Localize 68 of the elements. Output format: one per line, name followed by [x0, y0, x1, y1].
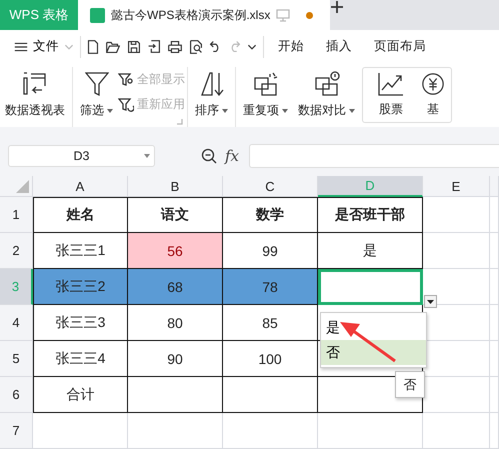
annotation-arrow	[338, 320, 398, 364]
ribbon-button[interactable]: 筛选	[75, 67, 118, 127]
sort-icon[interactable]	[200, 71, 224, 97]
list-dropdown-menu[interactable]	[424, 295, 437, 308]
table-cell[interactable]: 数学	[223, 197, 318, 233]
preview-icon[interactable]	[190, 39, 202, 54]
ribbon-tab[interactable]: 开始	[270, 38, 312, 55]
ribbon-button[interactable]: 基	[415, 68, 451, 122]
dropdown-option[interactable]: 否	[321, 340, 426, 365]
ribbon-button[interactable]: 排序	[190, 67, 233, 127]
row-header[interactable]: 4	[0, 305, 33, 341]
yen-coin-icon[interactable]	[420, 72, 446, 96]
formula-input[interactable]	[249, 144, 499, 168]
dropdown-option[interactable]: 是	[321, 315, 426, 340]
column-header[interactable]: C	[223, 176, 318, 197]
table-cell[interactable]: 张三三3	[33, 305, 128, 341]
table-cell[interactable]: 100	[223, 341, 318, 377]
row-header[interactable]: 5	[0, 341, 33, 377]
ribbon-button[interactable]: 数据透视表	[0, 67, 70, 127]
chevron-down-icon[interactable]	[248, 44, 256, 50]
ribbon-button[interactable]: 重复项	[238, 67, 293, 127]
row-header[interactable]: 7	[0, 413, 33, 449]
menu-icon[interactable]	[14, 42, 28, 51]
column-header[interactable]: B	[128, 176, 223, 197]
undo-icon[interactable]	[210, 40, 222, 52]
table-cell[interactable]: 68	[128, 269, 223, 305]
ribbon-tab[interactable]: 插入	[318, 38, 360, 55]
file-name: 懿古今WPS表格演示案例.xlsx	[111, 6, 270, 24]
duplicate-cells-icon[interactable]	[252, 71, 278, 97]
compare-cells-icon[interactable]	[314, 71, 340, 97]
table-cell[interactable]: 78	[223, 269, 318, 305]
new-file-icon[interactable]	[88, 39, 98, 54]
table-cell[interactable]: 85	[223, 305, 318, 341]
table-cell[interactable]: 是否班干部	[318, 197, 423, 233]
ribbon-tab[interactable]: 页面布局	[366, 38, 434, 55]
caret-icon[interactable]	[427, 300, 434, 304]
table-cell[interactable]: 姓名	[33, 197, 128, 233]
name-box[interactable]: D3	[8, 145, 155, 167]
ribbon-button[interactable]: 股票	[373, 68, 409, 122]
open-folder-icon[interactable]	[106, 40, 120, 53]
column-header[interactable]: E	[423, 176, 490, 197]
table-cell[interactable]: 90	[128, 341, 223, 377]
table-cell[interactable]: 合计	[33, 377, 128, 413]
pivot-table-icon[interactable]	[22, 71, 48, 97]
funnel-icon[interactable]	[84, 71, 108, 97]
table-cell[interactable]: 张三三2	[33, 269, 128, 305]
row-header[interactable]: 6	[0, 377, 33, 413]
printer-icon[interactable]	[168, 40, 182, 53]
file-tab[interactable]: 懿古今WPS表格演示案例.xlsx	[78, 0, 330, 30]
table-cell[interactable]: 80	[128, 305, 223, 341]
ribbon-button[interactable]: 数据对比	[293, 67, 360, 127]
table-cell[interactable]	[128, 377, 223, 413]
export-icon[interactable]	[148, 40, 160, 54]
file-menu[interactable]: 文件	[14, 38, 74, 55]
row-header[interactable]: 1	[0, 197, 33, 233]
plus-icon[interactable]	[330, 0, 344, 14]
stock-chart-icon[interactable]	[378, 72, 404, 96]
save-icon[interactable]	[128, 40, 140, 53]
zoom-icon[interactable]	[201, 148, 217, 164]
function-label[interactable]: fx	[225, 147, 240, 165]
spreadsheet-icon	[90, 8, 105, 22]
tooltip: 否	[395, 371, 425, 398]
table-cell[interactable]: 56	[128, 233, 223, 269]
row-header[interactable]: 2	[0, 233, 33, 269]
table-cell[interactable]: 张三三4	[33, 341, 128, 377]
table-cell[interactable]	[223, 377, 318, 413]
column-header[interactable]: A	[33, 176, 128, 197]
active-cell[interactable]	[318, 269, 423, 305]
